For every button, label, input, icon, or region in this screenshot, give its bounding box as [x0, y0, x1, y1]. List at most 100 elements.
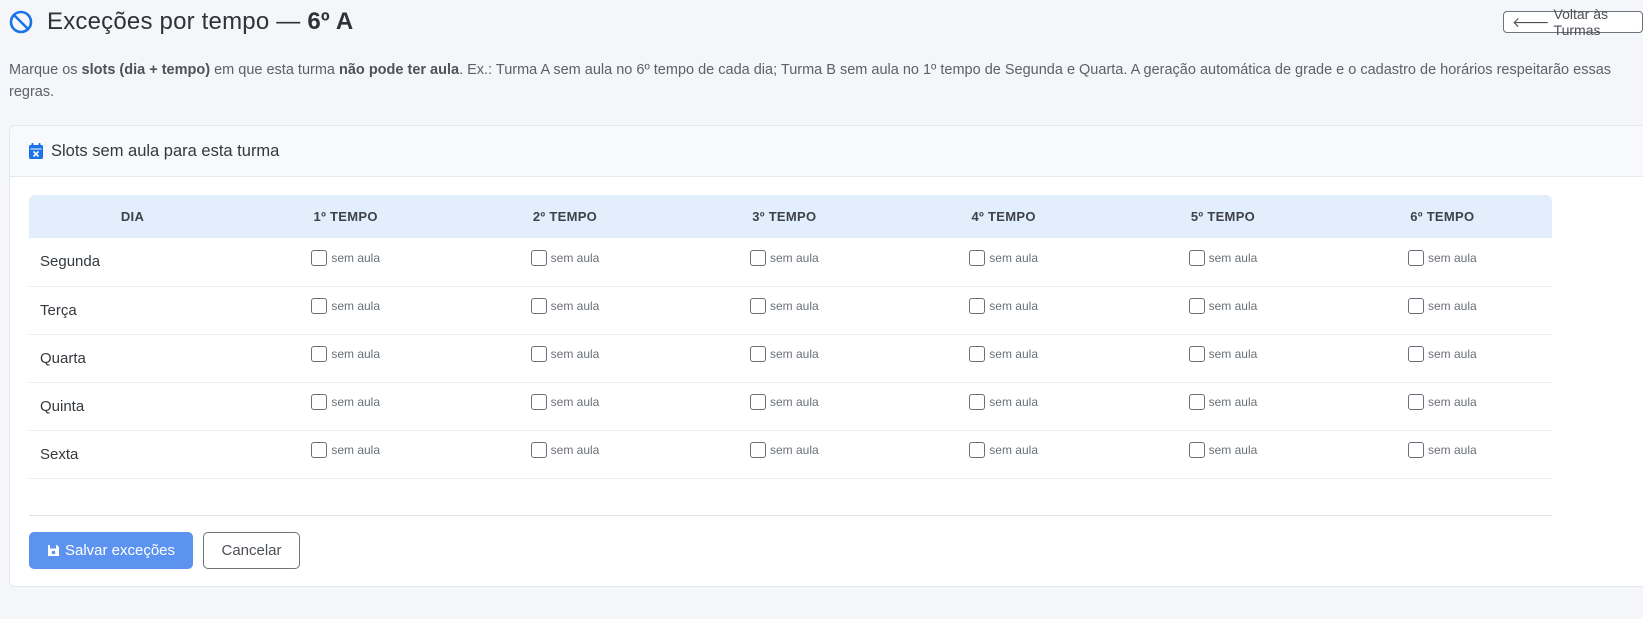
checkbox-box[interactable]	[530, 249, 547, 266]
no-class-checkbox[interactable]: sem aula	[1407, 394, 1477, 410]
checkbox-label: sem aula	[331, 395, 381, 409]
slot-cell: sem aula	[1333, 430, 1552, 478]
no-class-checkbox[interactable]: sem aula	[311, 249, 380, 266]
checkbox-box[interactable]	[1407, 298, 1424, 314]
no-class-checkbox[interactable]: sem aula	[1407, 346, 1477, 362]
no-class-checkbox[interactable]: sem aula	[1188, 442, 1257, 458]
no-class-checkbox[interactable]: sem aula	[1407, 442, 1477, 458]
checkbox-box[interactable]	[530, 298, 547, 314]
no-class-checkbox[interactable]: sem aula	[1188, 298, 1257, 314]
no-class-checkbox[interactable]: sem aula	[530, 442, 600, 458]
checkbox-box[interactable]	[1188, 442, 1205, 458]
checkbox-label: sem aula	[1427, 395, 1477, 409]
column-header-day: DIA	[120, 209, 145, 224]
checkbox-box[interactable]	[749, 298, 766, 314]
checkbox-box[interactable]	[1407, 394, 1424, 410]
no-class-checkbox[interactable]: sem aula	[749, 346, 819, 362]
table-row: Segunda sem aula sem aula sem aula sem aula s…	[29, 238, 1552, 286]
checkbox-label: sem aula	[769, 250, 819, 265]
no-class-checkbox[interactable]: sem aula	[1407, 298, 1477, 314]
slot-cell: sem aula	[236, 382, 455, 430]
slot-cell: sem aula	[894, 382, 1113, 430]
intro-bold-1: slots (dia + tempo)	[81, 62, 211, 78]
no-class-checkbox[interactable]: sem aula	[311, 346, 380, 362]
checkbox-label: sem aula	[989, 395, 1038, 409]
save-exceptions-button[interactable]: Salvar exceções	[29, 532, 193, 569]
day-label: Terça	[40, 301, 77, 319]
checkbox-box[interactable]	[749, 346, 766, 362]
no-class-checkbox[interactable]: sem aula	[530, 298, 599, 314]
checkbox-box[interactable]	[311, 249, 328, 266]
checkbox-box[interactable]	[1188, 346, 1205, 362]
ban-icon	[9, 10, 33, 34]
no-class-checkbox[interactable]: sem aula	[969, 298, 1038, 314]
no-class-checkbox[interactable]: sem aula	[530, 249, 599, 266]
checkbox-label: sem aula	[550, 395, 600, 409]
checkbox-box[interactable]	[311, 442, 328, 458]
checkbox-label: sem aula	[989, 443, 1038, 457]
checkbox-box[interactable]	[530, 394, 547, 410]
checkbox-box[interactable]	[311, 298, 328, 314]
checkbox-box[interactable]	[969, 442, 986, 458]
no-class-checkbox[interactable]: sem aula	[530, 394, 600, 410]
no-class-checkbox[interactable]: sem aula	[1188, 249, 1257, 266]
slot-cell: sem aula	[675, 238, 894, 286]
page-title: Exceções por tempo — 6º A	[47, 8, 353, 36]
no-class-checkbox[interactable]: sem aula	[969, 249, 1038, 266]
checkbox-label: sem aula	[550, 443, 600, 457]
checkbox-label: sem aula	[550, 347, 600, 361]
checkbox-box[interactable]	[1188, 298, 1205, 314]
checkbox-label: sem aula	[1427, 250, 1477, 265]
column-header-tempo-1: 1º TEMPO	[313, 209, 378, 224]
no-class-checkbox[interactable]: sem aula	[1188, 394, 1257, 410]
no-class-checkbox[interactable]: sem aula	[311, 442, 380, 458]
checkbox-box[interactable]	[1188, 249, 1205, 266]
column-header-tempo-4: 4º TEMPO	[971, 209, 1036, 224]
no-class-checkbox[interactable]: sem aula	[1188, 346, 1257, 362]
no-class-checkbox[interactable]: sem aula	[749, 442, 819, 458]
checkbox-label: sem aula	[989, 250, 1038, 265]
checkbox-label: sem aula	[331, 299, 381, 313]
table-row: Terça sem aula sem aula sem aula sem aula sem…	[29, 286, 1552, 334]
no-class-checkbox[interactable]: sem aula	[749, 249, 819, 266]
no-class-checkbox[interactable]: sem aula	[749, 394, 819, 410]
back-to-classes-button[interactable]: 🡐 Voltar às Turmas	[1503, 6, 1643, 38]
checkbox-box[interactable]	[1188, 394, 1205, 410]
checkbox-box[interactable]	[530, 442, 547, 458]
checkbox-box[interactable]	[969, 249, 986, 266]
slots-table: DIA 1º TEMPO 2º TEMPO 3º TEMPO 4º TEMPO 5º TE…	[29, 195, 1552, 479]
table-row: Quarta sem aula sem aula sem aula sem aula se…	[29, 334, 1552, 382]
checkbox-box[interactable]	[969, 298, 986, 314]
checkbox-box[interactable]	[1407, 346, 1424, 362]
no-class-checkbox[interactable]: sem aula	[530, 346, 600, 362]
checkbox-box[interactable]	[749, 442, 766, 458]
day-label: Quinta	[40, 397, 85, 415]
slot-cell: sem aula	[894, 238, 1113, 286]
checkbox-box[interactable]	[311, 394, 328, 410]
no-class-checkbox[interactable]: sem aula	[1407, 249, 1477, 266]
checkbox-box[interactable]	[969, 346, 986, 362]
checkbox-box[interactable]	[1407, 442, 1424, 458]
no-class-checkbox[interactable]: sem aula	[969, 394, 1038, 410]
checkbox-box[interactable]	[1407, 249, 1424, 266]
page-title-prefix: Exceções por tempo —	[47, 8, 308, 35]
checkbox-box[interactable]	[749, 249, 766, 266]
slot-cell: sem aula	[1333, 238, 1552, 286]
checkbox-box[interactable]	[530, 346, 547, 362]
checkbox-box[interactable]	[749, 394, 766, 410]
back-button-label: Voltar às Turmas	[1553, 6, 1609, 38]
no-class-checkbox[interactable]: sem aula	[969, 346, 1038, 362]
checkbox-label: sem aula	[769, 299, 819, 313]
checkbox-box[interactable]	[311, 346, 328, 362]
slot-cell: sem aula	[455, 382, 674, 430]
slot-cell: sem aula	[455, 286, 674, 334]
no-class-checkbox[interactable]: sem aula	[749, 298, 819, 314]
slot-cell: sem aula	[236, 334, 455, 382]
no-class-checkbox[interactable]: sem aula	[969, 442, 1038, 458]
slot-cell: sem aula	[894, 334, 1113, 382]
slot-cell: sem aula	[455, 334, 674, 382]
no-class-checkbox[interactable]: sem aula	[311, 394, 380, 410]
cancel-button[interactable]: Cancelar	[203, 532, 300, 569]
no-class-checkbox[interactable]: sem aula	[311, 298, 380, 314]
checkbox-box[interactable]	[969, 394, 986, 410]
